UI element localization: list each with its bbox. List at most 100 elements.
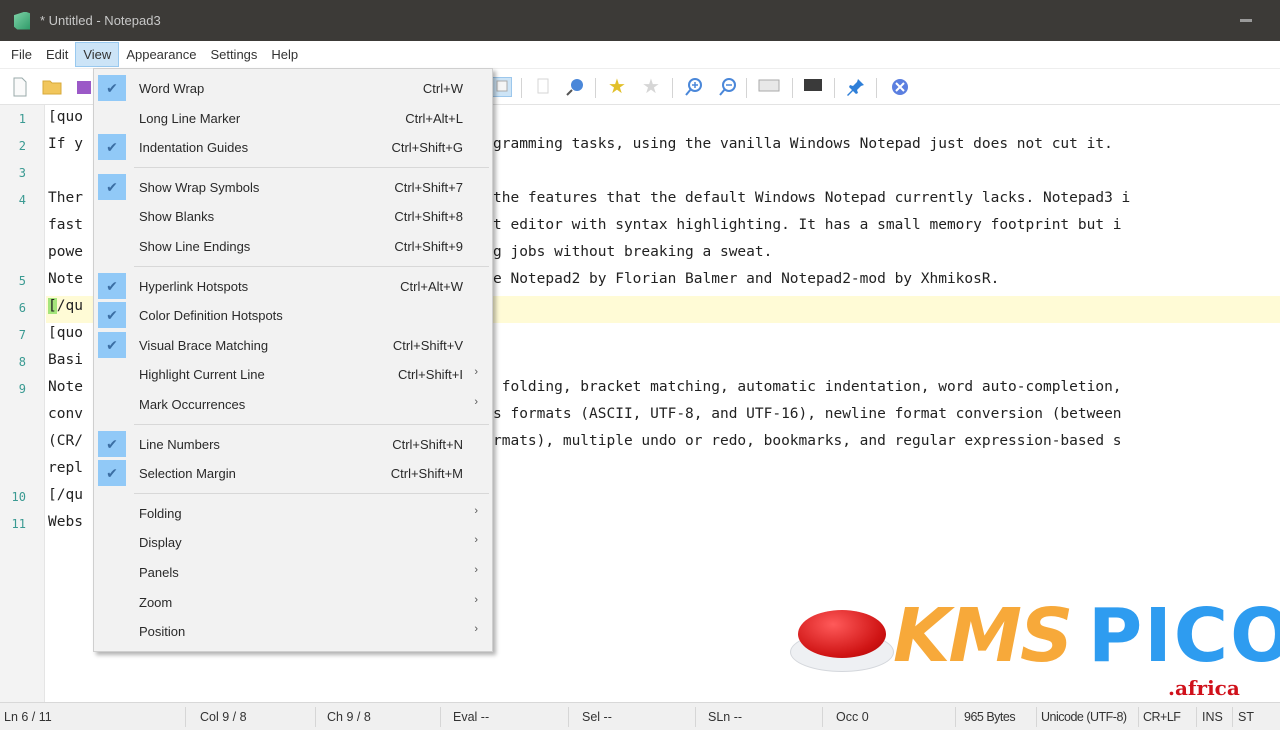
menu-item-show-wrap-symbols[interactable]: ✔ Show Wrap Symbols Ctrl+Shift+7 [94, 172, 492, 202]
menu-item-hyperlink-hotspots[interactable]: ✔ Hyperlink Hotspots Ctrl+Alt+W [94, 271, 492, 301]
code-line-right: g jobs without breaking a sweat. [493, 244, 773, 260]
view-mode-icon[interactable] [758, 77, 780, 97]
menu-item-label: Highlight Current Line [139, 367, 265, 383]
menu-item-shortcut: Ctrl+Shift+G [391, 140, 463, 156]
menu-appearance[interactable]: Appearance [119, 43, 203, 66]
menu-item-indentation-guides[interactable]: ✔ Indentation Guides Ctrl+Shift+G [94, 132, 492, 162]
status-occurrences: Occ 0 [836, 710, 869, 724]
menu-item-shortcut: Ctrl+Alt+L [405, 110, 463, 126]
submenu-arrow-icon: › [474, 593, 478, 606]
toolbar-separator [746, 78, 747, 98]
line-number: 10 [11, 490, 26, 504]
code-line-left: repl [48, 460, 83, 476]
menu-item-display[interactable]: ✔Display› [94, 527, 492, 557]
status-divider [695, 707, 696, 727]
menu-item-word-wrap[interactable]: ✔ Word Wrap Ctrl+W [94, 73, 492, 103]
checkmark-icon: ✔ [98, 75, 126, 101]
menu-item-shortcut: Ctrl+Shift+9 [394, 239, 463, 254]
menu-item-label: Long Line Marker [139, 110, 241, 126]
status-divider [440, 707, 441, 727]
menu-item-shortcut: Ctrl+Shift+V [392, 337, 463, 353]
zoom-out-icon[interactable] [718, 77, 738, 97]
zoom-in-icon[interactable] [684, 77, 704, 97]
menu-item-position[interactable]: ✔Position› [94, 616, 492, 646]
line-number: 3 [18, 166, 26, 180]
menu-item-visual-brace-matching[interactable]: ✔ Visual Brace Matching Ctrl+Shift+V [94, 330, 492, 360]
menu-item-label: Position [139, 624, 186, 640]
menu-item-label: Mark Occurrences [139, 397, 246, 412]
menu-view[interactable]: View [75, 42, 120, 67]
code-line-left: (CR/ [48, 433, 83, 449]
menu-item-selection-margin[interactable]: ✔ Selection Margin Ctrl+Shift+M [94, 458, 492, 488]
watermark-domain: .africa [1168, 676, 1240, 700]
menu-item-long-line-marker[interactable]: ✔Long Line MarkerCtrl+Alt+L [94, 103, 492, 133]
code-line-left: Ther [48, 190, 83, 206]
code-line-right: the features that the default Windows No… [493, 190, 1131, 206]
pin-icon[interactable] [846, 77, 866, 97]
bookmark-clear-icon[interactable]: ★ [641, 77, 661, 97]
code-line-right: gramming tasks, using the vanilla Window… [493, 136, 1113, 152]
menu-settings[interactable]: Settings [203, 43, 264, 66]
terminal-icon[interactable] [803, 77, 823, 97]
checkmark-icon: ✔ [98, 173, 126, 200]
notepad3-app-icon [14, 11, 30, 30]
menu-item-label: Color Definition Hotspots [139, 308, 283, 324]
menu-item-label: Show Line Endings [139, 239, 251, 254]
menu-separator [134, 265, 489, 267]
menu-item-mark-occurrences[interactable]: ✔Mark Occurrences› [94, 389, 492, 419]
menu-bar: File Edit View Appearance Settings Help [0, 41, 1280, 69]
code-line-right: folding, bracket matching, automatic ind… [493, 379, 1122, 395]
submenu-arrow-icon: › [474, 396, 478, 408]
watermark-brand-pico: PICO [1088, 593, 1280, 679]
code-line-right: s formats (ASCII, UTF-8, and UTF-16), ne… [493, 406, 1122, 422]
menu-item-color-definition-hotspots[interactable]: ✔ Color Definition Hotspots [94, 300, 492, 330]
status-divider [1232, 707, 1233, 727]
menu-item-show-line-endings[interactable]: ✔Show Line EndingsCtrl+Shift+9 [94, 231, 492, 261]
find-disabled-icon[interactable] [533, 77, 553, 97]
menu-item-folding[interactable]: ✔Folding› [94, 498, 492, 528]
close-file-icon[interactable] [890, 77, 910, 97]
line-number: 8 [18, 355, 26, 369]
status-scheme[interactable]: ST [1238, 710, 1254, 724]
menu-item-label: Hyperlink Hotspots [139, 278, 249, 294]
menu-item-zoom[interactable]: ✔Zoom› [94, 587, 492, 617]
menu-help[interactable]: Help [264, 43, 305, 66]
menu-item-label: Selection Margin [139, 466, 236, 482]
line-number: 2 [18, 139, 26, 153]
menu-file[interactable]: File [4, 43, 39, 66]
status-divider [822, 707, 823, 727]
menu-item-label: Line Numbers [139, 436, 220, 452]
find-replace-icon[interactable] [565, 77, 585, 97]
status-char: Ch 9 / 8 [327, 710, 371, 724]
menu-item-highlight-current-line[interactable]: ✔Highlight Current LineCtrl+Shift+I› [94, 359, 492, 389]
status-line-endings[interactable]: CR+LF [1143, 710, 1181, 724]
checkmark-icon: ✔ [98, 331, 126, 358]
bookmark-star-icon[interactable]: ★ [607, 77, 627, 97]
open-folder-icon[interactable] [42, 77, 62, 97]
status-line: Ln 6 / 11 [4, 710, 52, 724]
menu-separator [134, 492, 489, 494]
minimize-icon[interactable] [1240, 19, 1252, 22]
save-icon[interactable] [74, 77, 94, 97]
status-insert-mode[interactable]: INS [1202, 710, 1223, 724]
copy-icon[interactable] [492, 77, 512, 97]
kmspico-watermark: KMS PICO .africa [788, 588, 1280, 703]
menu-edit[interactable]: Edit [39, 43, 75, 66]
menu-item-line-numbers[interactable]: ✔ Line Numbers Ctrl+Shift+N [94, 429, 492, 459]
toolbar-separator [834, 78, 835, 98]
status-divider [568, 707, 569, 727]
new-file-icon[interactable] [10, 77, 30, 97]
menu-item-shortcut: Ctrl+W [422, 81, 463, 96]
status-encoding[interactable]: Unicode (UTF-8) [1041, 710, 1127, 724]
toolbar-separator [521, 78, 522, 98]
status-divider [955, 707, 956, 727]
submenu-arrow-icon: › [474, 564, 478, 576]
menu-item-show-blanks[interactable]: ✔Show BlanksCtrl+Shift+8 [94, 201, 492, 231]
code-line-left: If y [48, 136, 83, 152]
menu-item-shortcut: Ctrl+Alt+W [400, 278, 463, 294]
code-line-left: powe [48, 244, 83, 260]
menu-item-shortcut: Ctrl+Shift+I [397, 367, 463, 383]
menu-item-panels[interactable]: ✔Panels› [94, 557, 492, 587]
watermark-brand-kms: KMS [893, 593, 1073, 679]
checkmark-icon: ✔ [98, 134, 126, 161]
